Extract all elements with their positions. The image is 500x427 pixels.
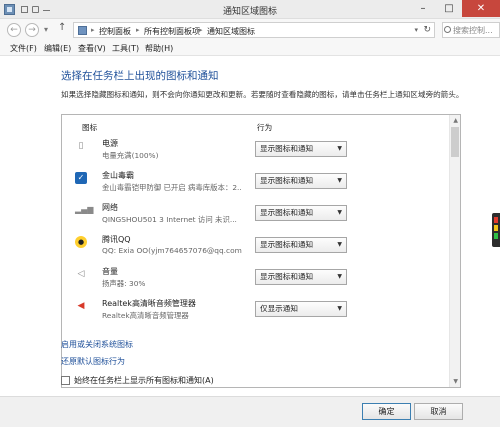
behavior-value: 显示图标和通知	[260, 208, 314, 217]
speaker-volume-icon: ◁	[77, 269, 85, 279]
qq-penguin-icon: ●	[75, 236, 87, 248]
item-name: Realtek高清晰音频管理器	[102, 299, 196, 308]
search-icon	[444, 26, 451, 33]
behavior-value: 显示图标和通知	[260, 240, 314, 249]
item-status: 扬声器: 30%	[102, 279, 146, 288]
title-bar: 通知区域图标 – □ ✕	[0, 0, 500, 19]
cancel-button[interactable]: 取消	[414, 403, 463, 420]
chevron-down-icon: ▼	[337, 241, 342, 248]
menu-bar: 文件(F) 编辑(E) 查看(V) 工具(T) 帮助(H)	[0, 41, 500, 56]
behavior-value: 显示图标和通知	[260, 272, 314, 281]
item-status: 金山毒霸铠甲防御 已开启 病毒库版本：2...	[102, 183, 242, 192]
menu-edit[interactable]: 编辑(E)	[44, 43, 71, 54]
address-bar[interactable]: ▸ 控制面板 ▸ 所有控制面板项 ▸ 通知区域图标 ▾ ↻	[73, 22, 435, 38]
always-show-checkbox[interactable]	[61, 376, 70, 385]
vertical-scrollbar[interactable]: ▲ ▼	[449, 115, 460, 387]
item-status: QINGSHOU501 3 Internet 访问 未识...	[102, 215, 237, 224]
breadcrumb-control-panel[interactable]: 控制面板	[99, 26, 131, 37]
refresh-icon[interactable]: ↻	[423, 25, 431, 35]
forward-button[interactable]: →	[25, 23, 39, 37]
battery-icon: ▯	[78, 141, 84, 151]
scroll-up-icon[interactable]: ▲	[453, 117, 458, 124]
item-name: 金山毒霸	[102, 171, 134, 180]
behavior-select[interactable]: 显示图标和通知 ▼	[255, 237, 347, 253]
list-item: ✓ 金山毒霸 金山毒霸铠甲防御 已开启 病毒库版本：2... 显示图标和通知 ▼	[62, 169, 448, 199]
always-show-label[interactable]: 始终在任务栏上显示所有图标和通知(A)	[74, 375, 214, 386]
list-item: ▂▄▆ 网络 QINGSHOU501 3 Internet 访问 未识... 显…	[62, 201, 448, 231]
breadcrumb-all-items[interactable]: 所有控制面板项	[144, 26, 200, 37]
item-status: QQ: Exia OO(yjm764657076@qq.com)...	[102, 246, 242, 255]
menu-tools[interactable]: 工具(T)	[112, 43, 139, 54]
ok-button[interactable]: 确定	[362, 403, 411, 420]
breadcrumb-separator[interactable]: ▸	[91, 26, 95, 34]
item-status: Realtek高清晰音频管理器	[102, 311, 189, 320]
kingsoft-antivirus-icon: ✓	[75, 172, 87, 184]
network-signal-icon: ▂▄▆	[75, 205, 94, 214]
restore-defaults-link[interactable]: 还原默认图标行为	[61, 356, 125, 367]
list-item: ◁ 音量 扬声器: 30% 显示图标和通知 ▼	[62, 265, 448, 295]
main-content: 选择在任务栏上出现的图标和通知 如果选择隐藏图标和通知，则不会向你通知更改和更新…	[0, 56, 500, 396]
breadcrumb-separator[interactable]: ▸	[136, 26, 140, 34]
maximize-icon[interactable]: □	[436, 0, 462, 17]
item-name: 网络	[102, 203, 118, 212]
navigation-bar: ← → ▾ ↑ ▸ 控制面板 ▸ 所有控制面板项 ▸ 通知区域图标 ▾ ↻	[0, 19, 500, 41]
breadcrumb-separator[interactable]: ▸	[199, 26, 203, 34]
chevron-down-icon: ▼	[337, 273, 342, 280]
menu-file[interactable]: 文件(F)	[10, 43, 37, 54]
realtek-audio-icon: ◀	[77, 301, 85, 311]
behavior-select[interactable]: 显示图标和通知 ▼	[255, 173, 347, 189]
column-header-behavior: 行为	[257, 123, 273, 132]
address-history-dropdown-icon[interactable]: ▾	[414, 26, 418, 34]
scroll-thumb[interactable]	[451, 127, 459, 157]
list-item: ▯ 电源 电量充满(100%) 显示图标和通知 ▼	[62, 137, 448, 167]
item-name: 腾讯QQ	[102, 235, 131, 244]
behavior-value: 显示图标和通知	[260, 176, 314, 185]
recent-locations-dropdown[interactable]: ▾	[44, 25, 48, 34]
item-status: 电量充满(100%)	[102, 151, 159, 160]
menu-help[interactable]: 帮助(H)	[145, 43, 173, 54]
behavior-value: 仅显示通知	[260, 304, 298, 313]
behavior-select[interactable]: 仅显示通知 ▼	[255, 301, 347, 317]
page-description: 如果选择隐藏图标和通知，则不会向你通知更改和更新。若要随时查看隐藏的图标，请单击…	[61, 90, 464, 99]
list-item: ● 腾讯QQ QQ: Exia OO(yjm764657076@qq.com).…	[62, 233, 448, 263]
dialog-footer: 确定 取消	[0, 396, 500, 427]
page-title: 选择在任务栏上出现的图标和通知	[61, 70, 219, 82]
chevron-down-icon: ▼	[337, 305, 342, 312]
item-name: 电源	[102, 139, 118, 148]
control-panel-icon	[78, 26, 87, 35]
chevron-down-icon: ▼	[337, 145, 342, 152]
item-name: 音量	[102, 267, 118, 276]
behavior-select[interactable]: 显示图标和通知 ▼	[255, 141, 347, 157]
behavior-select[interactable]: 显示图标和通知 ▼	[255, 269, 347, 285]
back-button[interactable]: ←	[7, 23, 21, 37]
up-button[interactable]: ↑	[58, 22, 66, 33]
chevron-down-icon: ▼	[337, 177, 342, 184]
menu-view[interactable]: 查看(V)	[78, 43, 106, 54]
close-icon[interactable]: ✕	[462, 0, 500, 17]
breadcrumb-notification-icons[interactable]: 通知区域图标	[207, 26, 255, 37]
chevron-down-icon: ▼	[337, 209, 342, 216]
desktop-meter-widget[interactable]	[492, 213, 500, 247]
minimize-icon[interactable]: –	[410, 0, 436, 17]
column-header-icon: 图标	[82, 123, 98, 132]
list-item: ◀ Realtek高清晰音频管理器 Realtek高清晰音频管理器 仅显示通知 ▼	[62, 297, 448, 327]
behavior-value: 显示图标和通知	[260, 144, 314, 153]
scroll-down-icon[interactable]: ▼	[453, 378, 458, 385]
behavior-select[interactable]: 显示图标和通知 ▼	[255, 205, 347, 221]
system-icons-link[interactable]: 启用或关闭系统图标	[61, 339, 133, 350]
